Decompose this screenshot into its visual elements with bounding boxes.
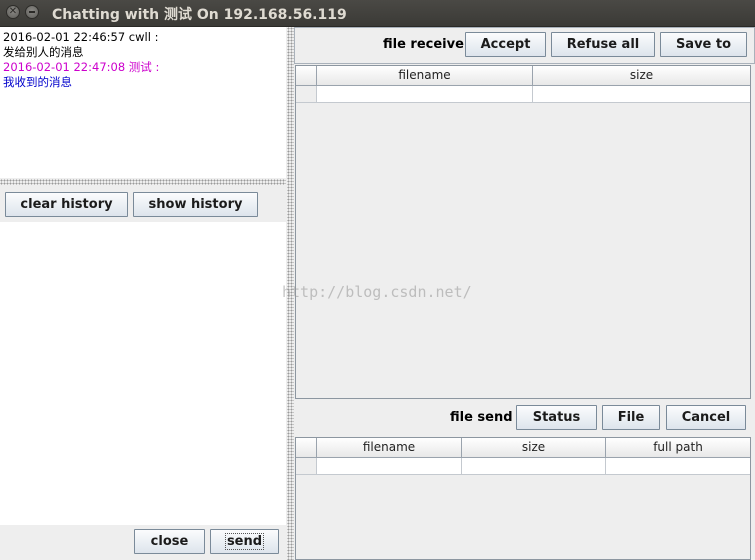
column-header-filename[interactable]: filename bbox=[317, 438, 462, 457]
watermark-text: http://blog.csdn.net/ bbox=[282, 283, 472, 301]
send-toolbar: close send bbox=[0, 525, 286, 560]
save-to-button[interactable]: Save to bbox=[660, 32, 747, 57]
table-header: filename size full path bbox=[296, 438, 750, 458]
history-toolbar: clear history show history bbox=[0, 186, 286, 222]
column-header-filename[interactable]: filename bbox=[317, 66, 533, 85]
chat-history-log[interactable]: 2016-02-01 22:46:57 cwll : 发给别人的消息 2016-… bbox=[0, 27, 286, 178]
table-cell[interactable] bbox=[317, 86, 533, 102]
accept-button[interactable]: Accept bbox=[465, 32, 546, 57]
table-cell[interactable] bbox=[462, 458, 606, 474]
table-cell[interactable] bbox=[317, 458, 462, 474]
file-receive-table[interactable]: filename size bbox=[295, 65, 751, 399]
column-header-size[interactable]: size bbox=[462, 438, 606, 457]
horizontal-splitter[interactable] bbox=[0, 179, 286, 185]
file-button[interactable]: File bbox=[602, 405, 660, 430]
minimize-window-icon[interactable] bbox=[25, 5, 39, 19]
send-button-label: send bbox=[224, 533, 265, 550]
send-button[interactable]: send bbox=[210, 529, 279, 554]
status-button[interactable]: Status bbox=[516, 405, 597, 430]
message-body: 我收到的消息 bbox=[3, 75, 72, 89]
file-send-label: file send bbox=[450, 410, 513, 425]
clear-history-button[interactable]: clear history bbox=[5, 192, 128, 217]
table-header: filename size bbox=[296, 66, 750, 86]
row-header-column bbox=[296, 438, 317, 457]
row-header-cell bbox=[296, 86, 317, 102]
title-bar: ✕ Chatting with 测试 On 192.168.56.119 bbox=[0, 0, 755, 27]
close-window-icon[interactable]: ✕ bbox=[6, 5, 20, 19]
column-header-size[interactable]: size bbox=[533, 66, 750, 85]
table-row[interactable] bbox=[296, 86, 750, 103]
row-header-column bbox=[296, 66, 317, 85]
cancel-button[interactable]: Cancel bbox=[666, 405, 746, 430]
close-button[interactable]: close bbox=[134, 529, 205, 554]
column-header-full-path[interactable]: full path bbox=[606, 438, 750, 457]
window-title: Chatting with 测试 On 192.168.56.119 bbox=[52, 7, 347, 23]
row-header-cell bbox=[296, 458, 317, 474]
show-history-button[interactable]: show history bbox=[133, 192, 258, 217]
message-header: 2016-02-01 22:47:08 测试 : bbox=[3, 60, 160, 74]
message-header: 2016-02-01 22:46:57 cwll : bbox=[3, 30, 159, 44]
file-send-table[interactable]: filename size full path bbox=[295, 437, 751, 560]
refuse-all-button[interactable]: Refuse all bbox=[551, 32, 655, 57]
table-cell[interactable] bbox=[606, 458, 750, 474]
message-body: 发给别人的消息 bbox=[3, 45, 84, 59]
file-receive-label: file receive bbox=[383, 37, 464, 52]
message-input[interactable] bbox=[0, 222, 286, 525]
table-row[interactable] bbox=[296, 458, 750, 475]
table-cell[interactable] bbox=[533, 86, 750, 102]
